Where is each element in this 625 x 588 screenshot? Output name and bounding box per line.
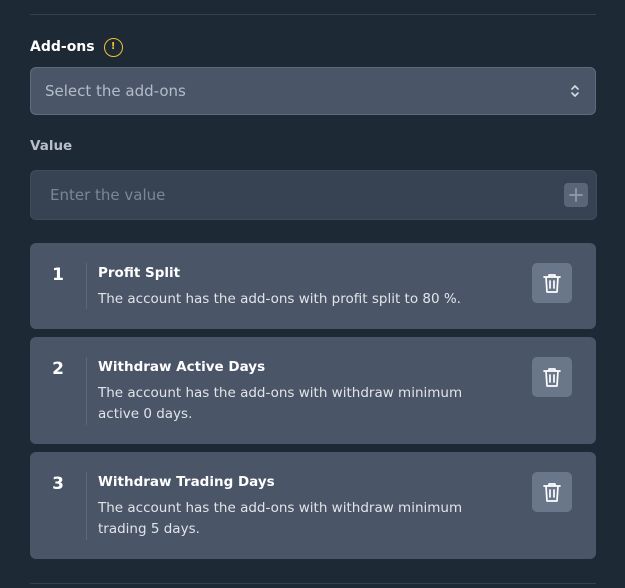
- value-input[interactable]: Enter the value: [30, 170, 597, 220]
- addons-select[interactable]: Select the add-ons: [30, 67, 596, 115]
- top-divider: [30, 14, 596, 15]
- addon-index: 3: [52, 474, 64, 494]
- addon-title: Withdraw Trading Days: [98, 474, 275, 490]
- addon-title: Withdraw Active Days: [98, 359, 266, 375]
- chevron-up-down-icon: [571, 85, 579, 97]
- trash-icon: [543, 368, 561, 387]
- value-label: Value: [30, 138, 73, 154]
- addon-divider: [86, 472, 87, 540]
- value-input-placeholder: Enter the value: [50, 186, 166, 204]
- plus-icon: [569, 188, 583, 202]
- addon-card-3: 3 Withdraw Trading Days The account has …: [30, 452, 596, 559]
- addon-index: 1: [52, 265, 64, 285]
- trash-icon: [543, 274, 561, 293]
- info-icon[interactable]: !: [103, 37, 123, 57]
- delete-addon-button[interactable]: [532, 472, 572, 512]
- delete-addon-button[interactable]: [532, 263, 572, 303]
- addon-divider: [86, 357, 87, 425]
- addons-label: Add-ons: [30, 39, 95, 55]
- bottom-divider: [30, 583, 596, 584]
- addon-card-2: 2 Withdraw Active Days The account has t…: [30, 337, 596, 444]
- add-value-button[interactable]: [564, 183, 588, 207]
- addon-description: The account has the add-ons with withdra…: [98, 500, 463, 537]
- addon-divider: [86, 263, 87, 309]
- addon-title: Profit Split: [98, 265, 181, 281]
- addon-index: 2: [52, 359, 64, 379]
- delete-addon-button[interactable]: [532, 357, 572, 397]
- addons-select-placeholder: Select the add-ons: [45, 82, 186, 100]
- addon-description: The account has the add-ons with withdra…: [98, 385, 463, 422]
- trash-icon: [543, 483, 561, 502]
- addon-card-1: 1 Profit Split The account has the add-o…: [30, 243, 596, 329]
- addons-label-row: Add-ons !: [30, 37, 123, 57]
- addon-description: The account has the add-ons with profit …: [98, 291, 461, 307]
